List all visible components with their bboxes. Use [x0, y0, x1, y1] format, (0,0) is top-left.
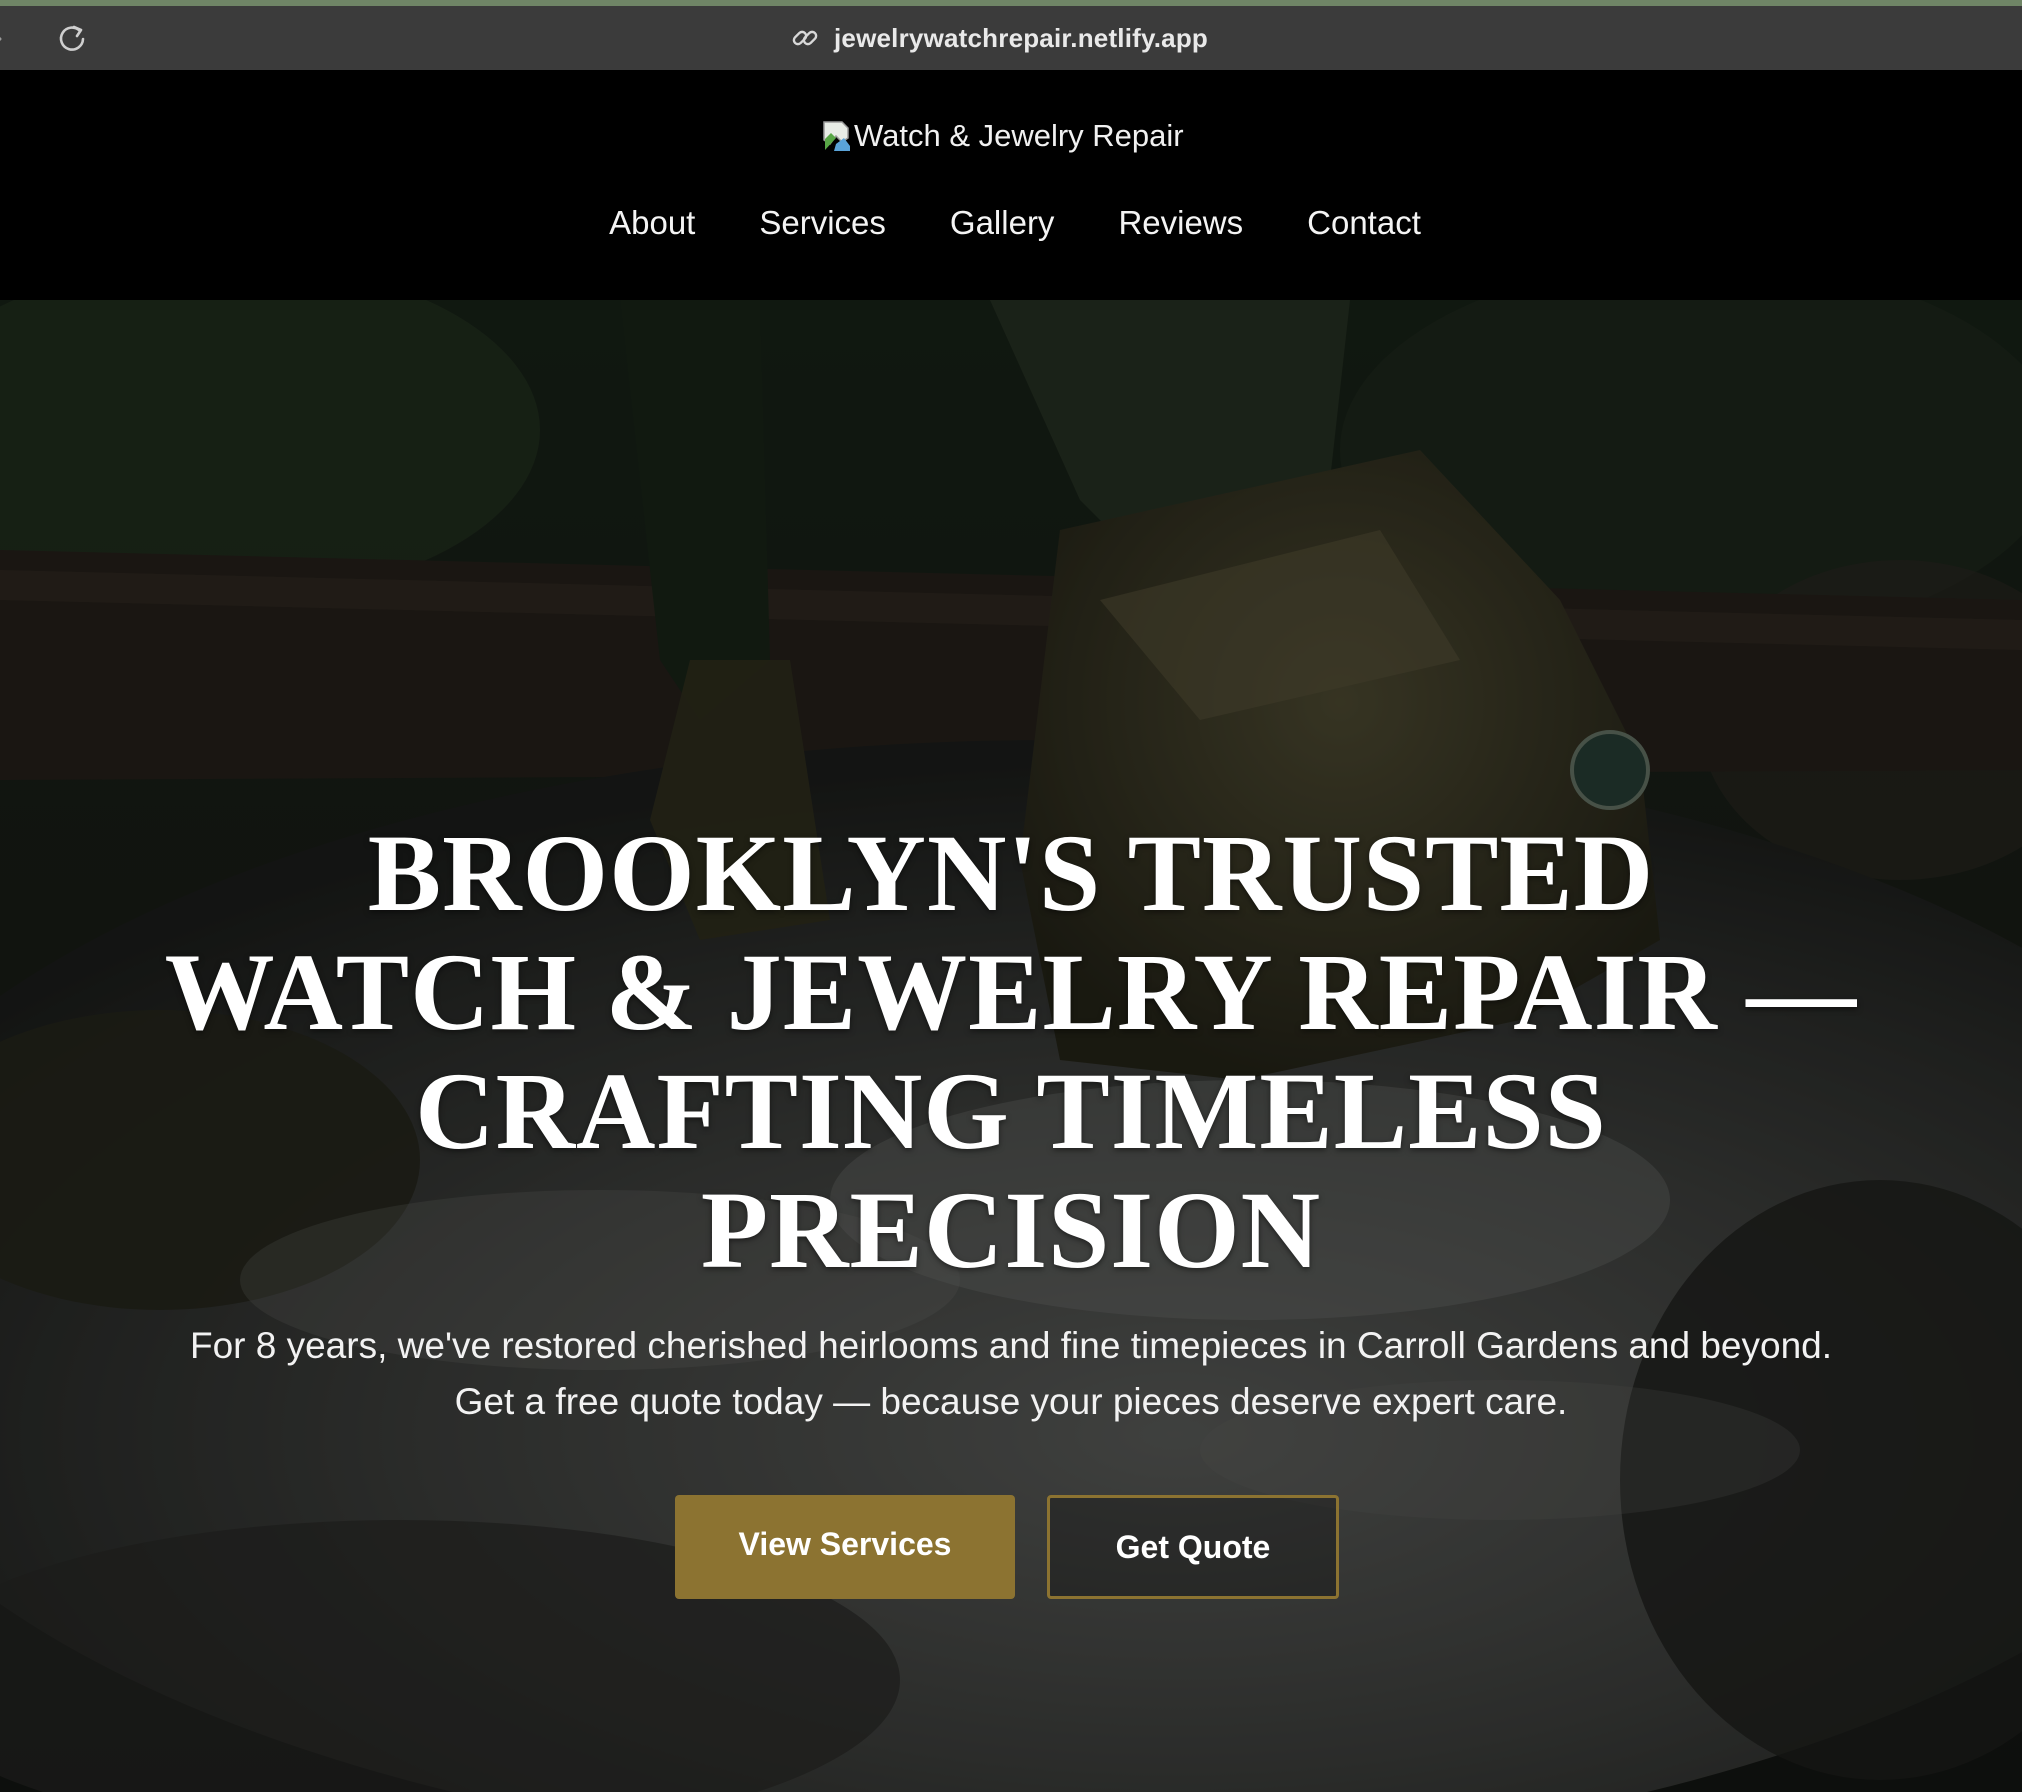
hero-title-line: BROOKLYN'S TRUSTED [367, 812, 1655, 934]
url-text: jewelrywatchrepair.netlify.app [834, 22, 1208, 53]
broken-image-icon [823, 121, 850, 151]
arrow-right-icon[interactable]: › [0, 22, 18, 52]
address-bar[interactable]: jewelrywatchrepair.netlify.app [790, 20, 1208, 56]
nav-link-reviews[interactable]: Reviews [1118, 204, 1243, 242]
view-services-button[interactable]: View Services [675, 1495, 1015, 1599]
hero-subtitle-line: For 8 years, we've restored cherished he… [189, 1325, 1833, 1366]
link-icon [792, 30, 818, 46]
main-nav: About Services Gallery Reviews Contact [0, 204, 2022, 242]
nav-link-contact[interactable]: Contact [1307, 204, 1421, 242]
hero-title-line: WATCH & JEWELRY REPAIR — [164, 931, 1858, 1053]
site-header: Watch & Jewelry Repair About Services Ga… [0, 70, 2022, 300]
hero-title: BROOKLYN'S TRUSTED WATCH & JEWELRY REPAI… [80, 814, 1942, 1290]
get-quote-button[interactable]: Get Quote [1047, 1495, 1339, 1599]
nav-link-about[interactable]: About [609, 204, 695, 242]
nav-link-services[interactable]: Services [759, 204, 886, 242]
hero-section: BROOKLYN'S TRUSTED WATCH & JEWELRY REPAI… [0, 300, 2022, 1792]
hero-title-line: CRAFTING TIMELESS [415, 1050, 1607, 1172]
logo-alt-text: Watch & Jewelry Repair [854, 118, 1184, 153]
reload-icon[interactable] [54, 20, 90, 56]
nav-link-gallery[interactable]: Gallery [950, 204, 1055, 242]
site-logo[interactable]: Watch & Jewelry Repair [822, 114, 1184, 158]
hero-subtitle-line: Get a free quote today — because your pi… [454, 1381, 1568, 1422]
browser-toolbar: › jewelrywatchrepair.netlify.app [0, 6, 2022, 70]
hero-subtitle: For 8 years, we've restored cherished he… [60, 1318, 1962, 1430]
hero-title-line: PRECISION [700, 1169, 1322, 1291]
